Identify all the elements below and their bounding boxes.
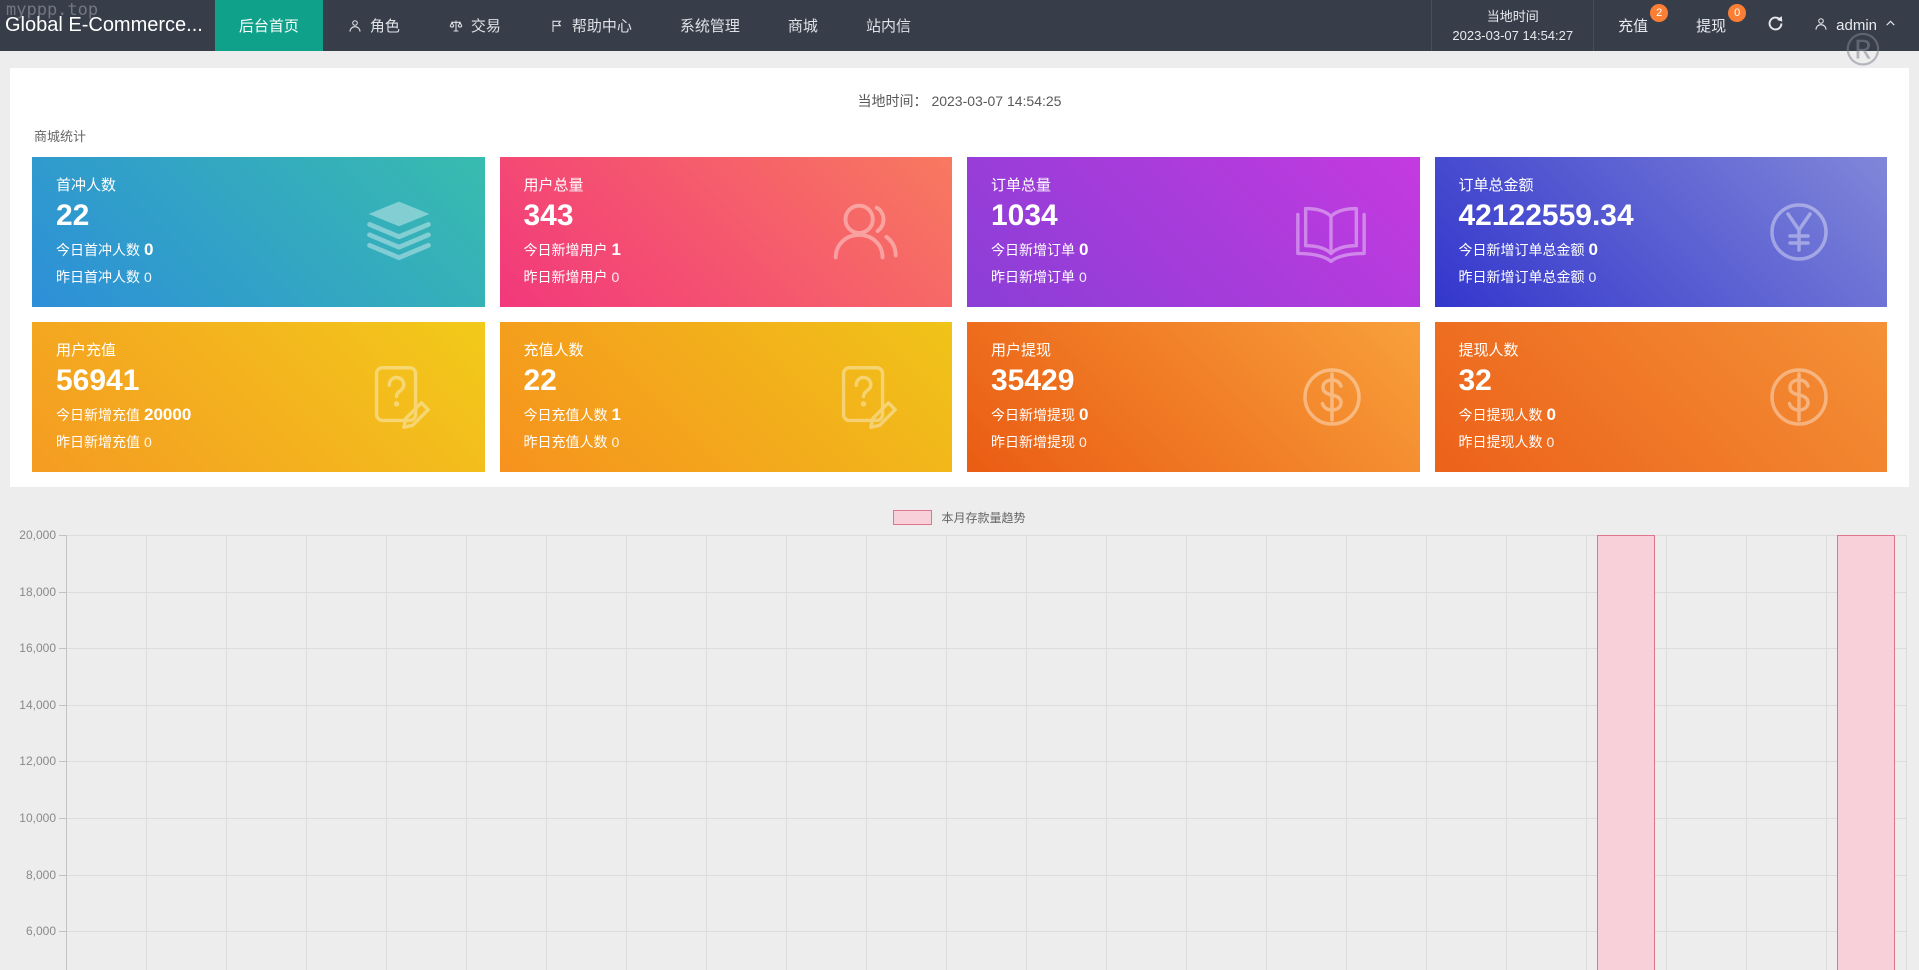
recharge-button[interactable]: 充值 2 xyxy=(1604,0,1669,51)
y-tick-label: 18,000 xyxy=(19,584,56,599)
y-tick xyxy=(59,931,66,933)
y-axis-line xyxy=(66,535,67,970)
x-gridline xyxy=(1106,535,1107,970)
flag-icon xyxy=(549,18,565,34)
x-gridline xyxy=(1906,535,1907,970)
x-gridline xyxy=(1666,535,1667,970)
x-gridline xyxy=(1586,535,1587,970)
withdraw-label: 提现 xyxy=(1696,18,1727,35)
recharge-badge: 2 xyxy=(1650,4,1669,22)
x-gridline xyxy=(226,535,227,970)
x-gridline xyxy=(1746,535,1747,970)
x-gridline xyxy=(1026,535,1027,970)
x-gridline xyxy=(1506,535,1507,970)
navbar-right: 当地时间 2023-03-07 14:54:27 充值 2 提现 0 admin xyxy=(1431,0,1919,51)
y-tick-label: 8,000 xyxy=(25,867,56,882)
x-gridline xyxy=(1346,535,1347,970)
x-gridline xyxy=(866,535,867,970)
x-gridline xyxy=(1826,535,1827,970)
deposit-bar xyxy=(1837,535,1895,970)
y-tick xyxy=(59,535,66,536)
legend-label: 本月存款量趋势 xyxy=(941,511,1026,525)
scales-icon xyxy=(448,18,464,34)
y-tick xyxy=(59,591,66,593)
chevron-up-icon xyxy=(1884,17,1897,34)
menu-item-label: 交易 xyxy=(470,18,501,35)
user-menu[interactable]: admin xyxy=(1801,0,1919,51)
person-icon xyxy=(1813,16,1829,36)
menu-item-label: 系统管理 xyxy=(679,18,740,35)
top-navbar: Global E-Commerce... 后台首页 角色 交易 帮助中心 系统管理 商城 站… xyxy=(0,0,1919,51)
y-tick-label: 10,000 xyxy=(19,811,56,825)
x-gridline xyxy=(466,535,467,970)
deposit-bar xyxy=(1597,535,1655,970)
y-tick xyxy=(59,648,66,650)
y-tick-label: 16,000 xyxy=(19,641,56,656)
y-tick xyxy=(59,818,66,819)
brand-title: Global E-Commerce... xyxy=(5,14,203,36)
withdraw-button[interactable]: 提现 0 xyxy=(1682,0,1747,51)
x-gridline xyxy=(786,535,787,970)
chart-legend[interactable]: 本月存款量趋势 xyxy=(0,509,1919,526)
menu-item-label: 后台首页 xyxy=(238,18,299,35)
person-icon xyxy=(347,18,363,34)
menu-item-roles[interactable]: 角色 xyxy=(323,0,424,51)
y-tick xyxy=(59,704,66,706)
menu-item-messages[interactable]: 站内信 xyxy=(842,0,935,51)
main-menu: 后台首页 角色 交易 帮助中心 系统管理 商城 站内信 xyxy=(214,0,935,51)
local-time-label: 当地时间 xyxy=(1486,8,1539,24)
local-time-value: 2023-03-07 14:54:27 xyxy=(1452,27,1574,43)
menu-item-label: 站内信 xyxy=(865,18,911,35)
x-gridline xyxy=(306,535,307,970)
x-gridline xyxy=(1426,535,1427,970)
x-gridline xyxy=(1186,535,1187,970)
y-tick xyxy=(59,874,66,876)
menu-item-label: 角色 xyxy=(369,18,400,35)
menu-item-system[interactable]: 系统管理 xyxy=(656,0,764,51)
menu-item-trade[interactable]: 交易 xyxy=(424,0,525,51)
x-gridline xyxy=(546,535,547,970)
menu-item-label: 商城 xyxy=(787,18,818,35)
x-gridline xyxy=(146,535,147,970)
menu-item-home[interactable]: 后台首页 xyxy=(214,0,323,51)
y-tick-label: 6,000 xyxy=(25,924,56,939)
menu-item-mall[interactable]: 商城 xyxy=(764,0,842,51)
refresh-button[interactable] xyxy=(1750,0,1801,51)
y-tick-label: 14,000 xyxy=(19,697,56,712)
y-tick-label: 12,000 xyxy=(19,754,56,769)
legend-swatch xyxy=(893,510,933,525)
menu-item-label: 帮助中心 xyxy=(571,18,632,35)
y-tick xyxy=(59,761,66,763)
deposit-trend-chart: 20,000 18,000 16,000 14,000 12,000 10,000 8,00… xyxy=(0,0,1919,970)
menu-item-help-center[interactable]: 帮助中心 xyxy=(525,0,656,51)
x-gridline xyxy=(386,535,387,970)
x-gridline xyxy=(626,535,627,970)
refresh-icon xyxy=(1766,14,1785,38)
recharge-label: 充值 xyxy=(1618,18,1649,35)
x-gridline xyxy=(1266,535,1267,970)
x-gridline xyxy=(946,535,947,970)
local-time-block: 当地时间 2023-03-07 14:54:27 xyxy=(1431,0,1595,51)
y-tick-label: 20,000 xyxy=(19,528,56,542)
username: admin xyxy=(1836,17,1877,34)
x-gridline xyxy=(706,535,707,970)
withdraw-badge: 0 xyxy=(1728,4,1747,22)
